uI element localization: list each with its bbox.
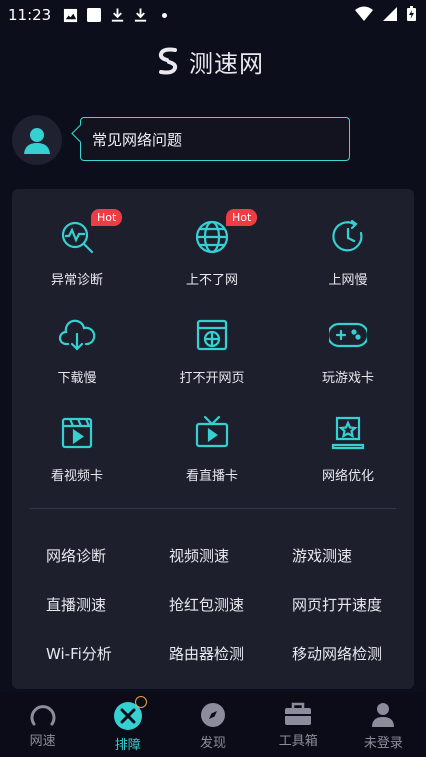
user-icon [372, 703, 395, 727]
bottom-tab-bar: 网速 排障 发现 工具箱 未登录 [0, 692, 426, 757]
grid-item-label: 网络优化 [321, 469, 374, 484]
tool-red-packet-speed[interactable]: 抢红包测速 [169, 594, 244, 615]
battery-icon [407, 6, 416, 21]
tab-label: 网速 [29, 734, 56, 749]
tab-label: 排障 [114, 738, 141, 753]
webpage-icon [196, 319, 228, 351]
slow-clock-icon [332, 219, 363, 252]
grid-item-label: 上网慢 [328, 273, 368, 288]
tool-live-speed[interactable]: 直播测速 [46, 594, 106, 615]
tool-webpage-speed[interactable]: 网页打开速度 [292, 594, 382, 615]
grid-item-game-lag[interactable]: 玩游戏卡 [298, 315, 398, 386]
compass-icon [201, 703, 225, 727]
logo-icon [158, 47, 178, 75]
grid-item-slow-download[interactable]: 下载慢 [27, 315, 127, 386]
app-title: 测速网 [189, 49, 264, 78]
video-icon [61, 417, 93, 449]
signal-icon [383, 6, 397, 21]
diagnosis-icon [61, 221, 94, 254]
speedometer-icon [30, 705, 56, 726]
tool-game-speed[interactable]: 游戏测速 [292, 545, 352, 566]
user-icon [24, 128, 50, 154]
dot-icon [162, 12, 168, 18]
globe-icon [195, 220, 229, 254]
tab-label: 发现 [200, 736, 227, 751]
avatar[interactable] [12, 115, 62, 165]
tab-discover[interactable]: 发现 [170, 692, 255, 757]
grid-item-live-lag[interactable]: 看直播卡 [162, 413, 262, 484]
download-icon [135, 8, 147, 22]
wifi-icon [355, 6, 373, 21]
tab-speed[interactable]: 网速 [0, 692, 85, 757]
app-logo: 测速网 [155, 44, 264, 78]
grid-item-diagnosis[interactable]: Hot 异常诊断 [27, 209, 127, 288]
status-bar: 11:23 [0, 0, 426, 30]
status-time: 11:23 [8, 6, 52, 24]
white-square-icon [87, 8, 102, 22]
grid-item-label: 打不开网页 [179, 371, 245, 386]
tv-icon [195, 415, 229, 448]
image-icon [64, 8, 78, 22]
grid-item-video-lag[interactable]: 看视频卡 [27, 413, 127, 484]
tool-video-speed[interactable]: 视频测速 [169, 545, 229, 566]
faq-button[interactable]: 常见网络问题 [80, 117, 350, 161]
tool-wifi-analysis[interactable]: Wi-Fi分析 [46, 643, 112, 664]
tab-toolbox[interactable]: 工具箱 [256, 692, 341, 757]
troubleshoot-panel: Hot 异常诊断 Hot 上不了网 上网慢 下载慢 打不开网页 玩游戏卡 看视频… [12, 189, 414, 689]
grid-item-webpage[interactable]: 打不开网页 [162, 315, 262, 386]
grid-item-slow-web[interactable]: 上网慢 [298, 217, 398, 288]
hot-badge: Hot [91, 209, 123, 226]
grid-item-optimize[interactable]: 网络优化 [298, 413, 398, 484]
tool-mobile-check[interactable]: 移动网络检测 [292, 643, 382, 664]
grid-item-label: 上不了网 [185, 273, 238, 288]
gamepad-icon [329, 322, 367, 348]
divider [30, 508, 396, 509]
tool-router-check[interactable]: 路由器检测 [169, 643, 244, 664]
tab-label: 工具箱 [278, 734, 318, 749]
grid-item-label: 看视频卡 [50, 469, 103, 484]
lock-badge-icon [135, 696, 148, 708]
tab-troubleshoot[interactable]: 排障 [85, 692, 170, 757]
grid-item-label: 异常诊断 [50, 273, 103, 288]
tab-label: 未登录 [363, 736, 403, 751]
faq-label: 常见网络问题 [92, 130, 183, 149]
toolbox-icon [285, 702, 312, 725]
hot-badge: Hot [226, 209, 258, 226]
tab-login[interactable]: 未登录 [341, 692, 426, 757]
grid-item-label: 看直播卡 [185, 469, 238, 484]
grid-item-label: 下载慢 [57, 371, 97, 386]
tool-network-diagnosis[interactable]: 网络诊断 [46, 545, 106, 566]
optimize-icon [331, 416, 365, 450]
download-icon [112, 8, 124, 22]
cloud-download-icon [58, 319, 96, 351]
grid-item-no-internet[interactable]: Hot 上不了网 [162, 209, 262, 288]
grid-item-label: 玩游戏卡 [321, 371, 374, 386]
